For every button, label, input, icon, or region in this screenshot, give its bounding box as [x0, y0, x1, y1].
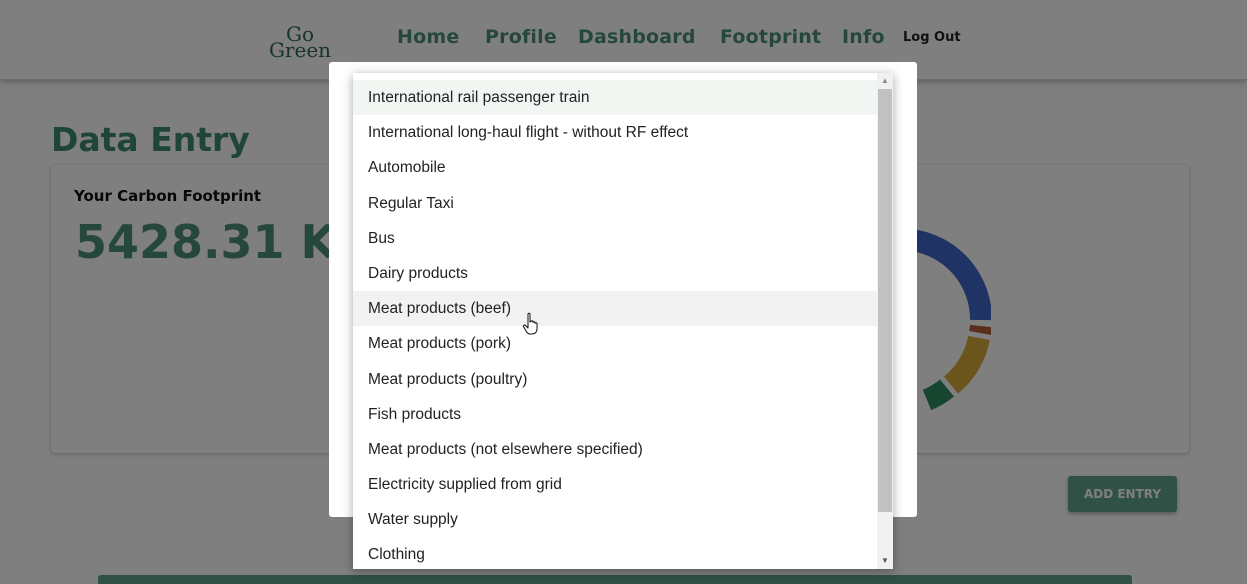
- dropdown-option[interactable]: Regular Taxi: [353, 186, 877, 221]
- hand-pointer-cursor-icon: [522, 312, 538, 335]
- dropdown-option[interactable]: International long-haul flight - without…: [353, 115, 877, 150]
- dropdown-option[interactable]: Fish products: [353, 397, 877, 432]
- scrollbar-thumb[interactable]: [878, 89, 892, 512]
- dropdown-options: International rail passenger train Inter…: [353, 80, 877, 569]
- dropdown-option[interactable]: Meat products (not elsewhere specified): [353, 432, 877, 467]
- dropdown-option[interactable]: Meat products (poultry): [353, 362, 877, 397]
- dropdown-scrollbar[interactable]: ▲ ▼: [877, 73, 893, 569]
- dropdown-option[interactable]: Water supply: [353, 502, 877, 537]
- dropdown-option[interactable]: Bus: [353, 221, 877, 256]
- dropdown-option[interactable]: International rail passenger train: [353, 80, 877, 116]
- scroll-up-arrow-icon[interactable]: ▲: [877, 73, 893, 89]
- activity-dropdown-list[interactable]: International rail passenger train Inter…: [353, 73, 893, 569]
- dropdown-option[interactable]: Automobile: [353, 150, 877, 185]
- dropdown-option-hovered[interactable]: Meat products (beef): [353, 291, 877, 327]
- scroll-down-arrow-icon[interactable]: ▼: [877, 553, 893, 569]
- dropdown-option[interactable]: Clothing: [353, 537, 877, 569]
- dropdown-option[interactable]: Dairy products: [353, 256, 877, 291]
- dropdown-option[interactable]: Electricity supplied from grid: [353, 467, 877, 502]
- dropdown-option[interactable]: Meat products (pork): [353, 326, 877, 361]
